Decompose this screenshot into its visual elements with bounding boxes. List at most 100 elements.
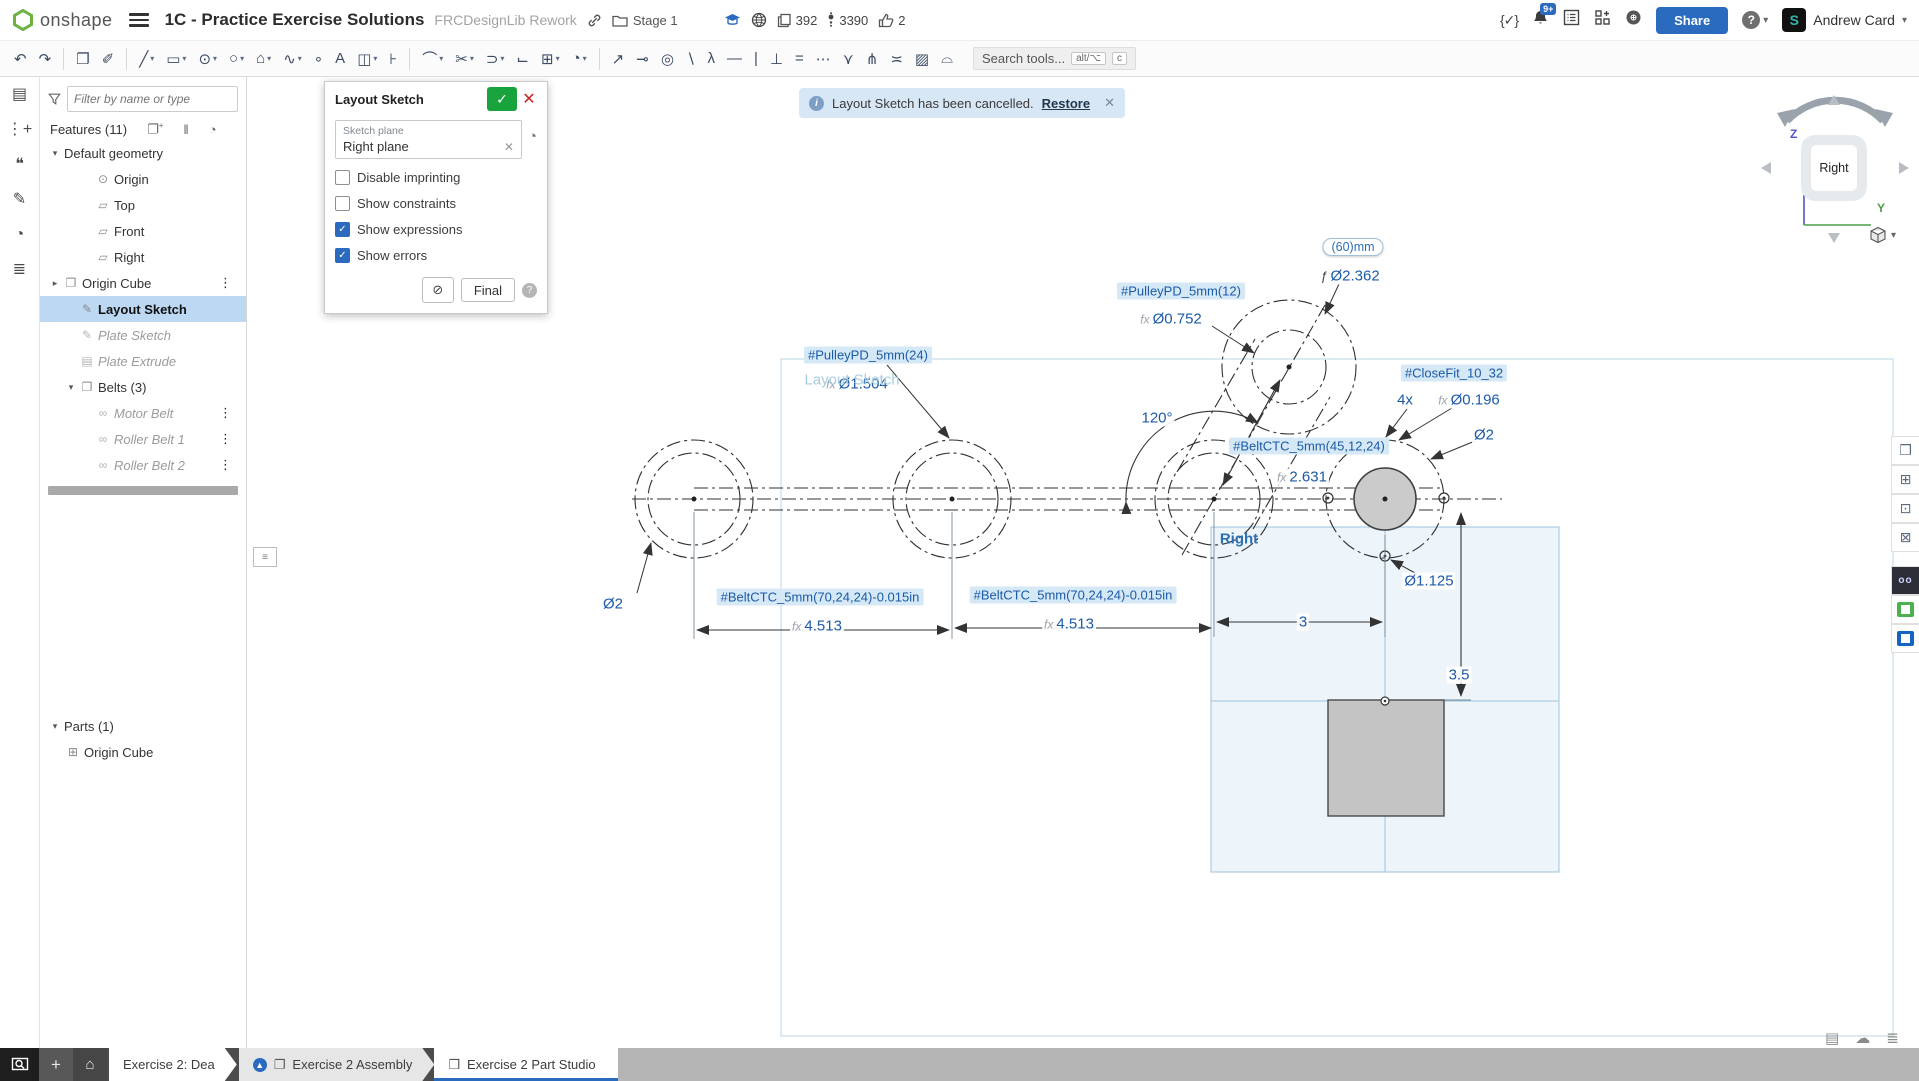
share-button[interactable]: Share — [1656, 7, 1728, 34]
tool-caret-icon[interactable]: ▾ — [556, 54, 560, 63]
feature-item-origin[interactable]: ⊙Origin — [40, 166, 246, 192]
expander-icon[interactable]: ▾ — [48, 148, 62, 159]
tab-exercise2-dea[interactable]: Exercise 2: Dea — [109, 1048, 237, 1081]
tab-exercise2-assembly[interactable]: ▲ ❐ Exercise 2 Assembly — [239, 1048, 435, 1081]
suspend-rollback-icon[interactable]: ‖ — [183, 122, 188, 137]
app-panel-icon[interactable] — [1891, 624, 1919, 653]
sheets-icon[interactable]: ≣ — [1886, 1029, 1899, 1047]
new-tab-button[interactable]: + — [39, 1048, 73, 1081]
tool-caret-icon[interactable]: ▾ — [298, 54, 302, 63]
restore-link[interactable]: Restore — [1042, 96, 1090, 111]
horizontal-constraint-tool[interactable]: — — [722, 47, 747, 70]
onshape-logo[interactable]: onshape — [12, 9, 113, 31]
feature-item-roller-belt-1[interactable]: ∞Roller Belt 1⋮ — [40, 426, 246, 452]
configuration-table-icon[interactable]: ⊞ — [1891, 465, 1919, 494]
undo-tool[interactable]: ↶ — [9, 47, 32, 71]
checkbox-show-constraints[interactable]: Show constraints — [335, 196, 537, 211]
normal-constraint-tool[interactable]: ⋔ — [861, 47, 884, 71]
redo-tool[interactable]: ↷ — [34, 47, 57, 71]
feature-item-belts-3-[interactable]: ▾❐Belts (3) — [40, 374, 246, 400]
filter-input[interactable] — [67, 86, 238, 112]
tangent-constraint-tool[interactable]: λ — [702, 47, 720, 70]
rollback-bar[interactable] — [48, 486, 238, 495]
rollback-marker-icon[interactable]: ⋮ — [219, 275, 232, 291]
properties-icon[interactable]: ✎ — [13, 192, 26, 208]
tool-caret-icon[interactable]: ▾ — [267, 54, 271, 63]
tab-search-button[interactable] — [0, 1048, 39, 1081]
tool-caret-icon[interactable]: ▾ — [182, 54, 186, 63]
link-icon[interactable] — [587, 13, 602, 28]
sketch-text-tool[interactable]: A — [330, 47, 350, 70]
feature-item-right[interactable]: ▱Right — [40, 244, 246, 270]
followers-stat[interactable]: 3390 — [827, 12, 868, 28]
main-menu-icon[interactable] — [129, 13, 149, 27]
view-options-cube[interactable]: ▾ — [1869, 226, 1896, 244]
user-menu[interactable]: S Andrew Card ▾ — [1782, 8, 1907, 32]
expr-pulleypd-24[interactable]: #PulleyPD_5mm(24) — [804, 347, 932, 364]
feature-script-check-icon[interactable]: {✓} — [1500, 12, 1518, 29]
hatch-tool[interactable]: ▨ — [910, 47, 934, 71]
dim-od-left[interactable]: Ø2 — [601, 596, 625, 613]
checkbox-box[interactable]: ✓ — [335, 222, 350, 237]
expr-beltctc-70-1[interactable]: #BeltCTC_5mm(70,24,24)-0.015in — [717, 589, 924, 606]
circular-pattern-tool[interactable]: ◔▾ — [567, 47, 592, 70]
corner-rectangle-tool[interactable]: ▭▾ — [161, 47, 191, 71]
sketch-plane-field[interactable]: Sketch plane Right plane ✕ — [335, 120, 522, 159]
checkbox-disable-imprinting[interactable]: Disable imprinting — [335, 170, 537, 185]
document-panel-icon[interactable]: ▤ — [12, 87, 27, 103]
search-tools[interactable]: Search tools... alt/⌥ c — [973, 47, 1136, 70]
history-icon[interactable]: ◔ — [15, 227, 25, 243]
apps-grid-icon[interactable] — [1594, 9, 1611, 31]
parts-header-row[interactable]: ▾ Parts (1) — [40, 713, 246, 739]
banner-close-icon[interactable]: ✕ — [1104, 95, 1115, 111]
graphics-canvas[interactable]: (60)mmƒØ2.362#PulleyPD_5mm(12)fxØ0.752#P… — [247, 77, 1919, 1048]
clear-selection-icon[interactable]: ✕ — [504, 140, 514, 154]
accept-button[interactable]: ✓ — [487, 87, 517, 111]
sketch-mode-button[interactable]: ⊘ — [422, 277, 454, 303]
fix-constraint-tool[interactable]: ⌓ — [936, 47, 958, 70]
feature-item-default-geometry[interactable]: ▾Default geometry — [40, 140, 246, 166]
dim-belt-70-1[interactable]: fx4.513 — [790, 618, 844, 635]
configured-parts-icon[interactable]: ⊡ — [1891, 494, 1919, 523]
dim-hole-count[interactable]: 4x — [1395, 392, 1415, 409]
app-react-icon[interactable]: oo — [1891, 566, 1919, 595]
coincident-constraint-tool[interactable]: ⊸ — [631, 47, 654, 71]
line-tool[interactable]: ╱▾ — [134, 47, 159, 71]
feature-item-motor-belt[interactable]: ∞Motor Belt⋮ — [40, 400, 246, 426]
vertical-constraint-tool[interactable]: | — [749, 47, 763, 70]
midpoint-constraint-tool[interactable]: ⋯ — [811, 47, 836, 71]
dim-35[interactable]: 3.5 — [1447, 667, 1472, 684]
trim-tool[interactable]: ✂▾ — [450, 47, 479, 71]
checkbox-show-errors[interactable]: ✓Show errors — [335, 248, 537, 263]
expr-pulleypd-12[interactable]: #PulleyPD_5mm(12) — [1117, 283, 1245, 300]
dim-belt-45[interactable]: fx2.631 — [1275, 469, 1329, 486]
collapse-panel-handle[interactable]: ≡ — [253, 547, 277, 567]
edu-flag-icon[interactable] — [724, 13, 741, 27]
tool-caret-icon[interactable]: ▾ — [240, 54, 244, 63]
concentric-constraint-tool[interactable]: ◎ — [656, 47, 679, 71]
dim-od-right[interactable]: Ø2 — [1472, 427, 1496, 444]
filter-funnel-icon[interactable] — [48, 92, 61, 106]
feature-item-roller-belt-2[interactable]: ∞Roller Belt 2⋮ — [40, 452, 246, 478]
home-tab-button[interactable]: ⌂ — [73, 1048, 107, 1081]
dim-pd-small-pulley[interactable]: fxØ0.752 — [1138, 311, 1204, 328]
release-tasks-icon[interactable] — [1563, 9, 1580, 31]
dimension-tool[interactable]: ⊦ — [384, 47, 402, 71]
dim-ctc-3[interactable]: 3 — [1297, 614, 1309, 631]
rollback-marker-icon[interactable]: ⋮ — [219, 431, 232, 447]
public-globe-icon[interactable] — [751, 12, 767, 28]
linear-pattern-tool[interactable]: ⊞▾ — [536, 47, 565, 71]
dialog-help-icon[interactable]: ? — [522, 283, 537, 298]
point-tool[interactable]: ∘ — [309, 47, 328, 71]
tool-caret-icon[interactable]: ▾ — [470, 54, 474, 63]
feature-item-plate-extrude[interactable]: ▤Plate Extrude — [40, 348, 246, 374]
measure-tool[interactable]: ↗ — [607, 47, 630, 71]
dim-angle[interactable]: 120° — [1139, 410, 1174, 427]
notifications-bell[interactable]: 9+ — [1532, 9, 1549, 31]
tool-caret-icon[interactable]: ▾ — [500, 54, 504, 63]
insert-image-tool[interactable]: ✐ — [97, 47, 120, 71]
dim-bore[interactable]: Ø1.125 — [1402, 573, 1455, 590]
rollback-marker-icon[interactable]: ⋮ — [219, 457, 232, 473]
learning-center-icon[interactable] — [1625, 9, 1642, 31]
checkbox-box[interactable] — [335, 170, 350, 185]
